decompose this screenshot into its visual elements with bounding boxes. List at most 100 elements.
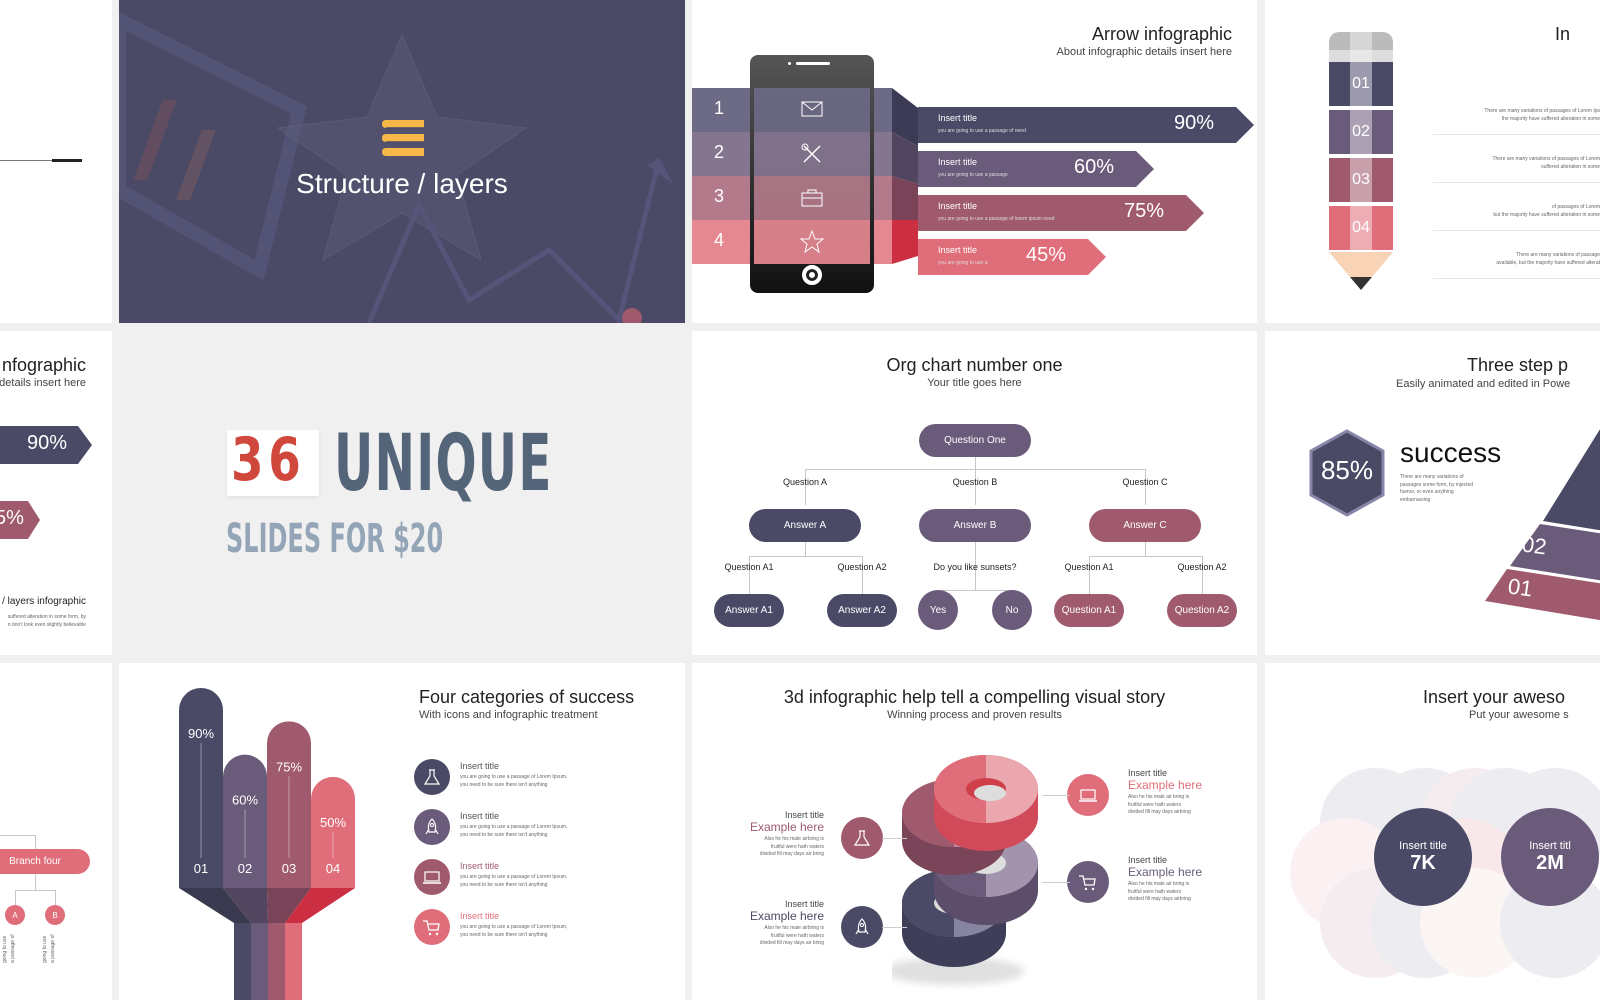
org-leaf-node[interactable]: Question A2	[1167, 593, 1237, 627]
hand-bar-chart: 90% 01 60% 02 75% 03 50% 04	[179, 688, 355, 1000]
callout-title: Insert title	[784, 899, 824, 909]
slide-subtitle: Put your awesome s	[1469, 709, 1569, 721]
flask-icon	[841, 817, 883, 859]
arrow-desc: you are going to use a	[938, 260, 988, 266]
callout-text: Insert title Example here Also he his ma…	[1128, 855, 1202, 904]
slide-pencil-infographic[interactable]: In 01 02 03 04 There are many variations of…	[1265, 0, 1600, 323]
category-desc: you are going to use a passage of Lorem …	[460, 774, 568, 788]
pencil-segment: 02	[1329, 110, 1393, 154]
org-answer-node[interactable]: Answer A	[749, 508, 861, 542]
pct-partial: 5%	[0, 507, 24, 529]
connector	[938, 590, 1012, 591]
arrow-desc: you are going to use a passage of need	[938, 128, 1026, 134]
slide-3d-infographic[interactable]: 3d infographic help tell a compelling vi…	[692, 663, 1257, 1000]
footer-title: / layers infographic	[2, 596, 86, 607]
connector	[55, 890, 56, 905]
slide-three-step[interactable]: Three step p Easily animated and edited …	[1265, 331, 1600, 655]
slide-subtitle: Your title goes here	[927, 377, 1022, 389]
org-leaf-node[interactable]: Answer A1	[714, 593, 784, 627]
connector	[1145, 469, 1146, 505]
rocket-icon	[414, 809, 450, 845]
slide-org-chart[interactable]: Org chart number one Your title goes her…	[692, 331, 1257, 655]
slide-title: Four categories of success	[419, 687, 635, 707]
connector	[1145, 542, 1146, 556]
cart-icon	[414, 909, 450, 945]
pencil-tip	[1329, 252, 1393, 290]
connector	[882, 927, 907, 928]
connector	[975, 469, 976, 505]
pct-90: 90%	[27, 432, 68, 454]
org-answer-node[interactable]: Answer B	[919, 508, 1031, 542]
slide-subtitle: Easily animated and edited in Powe	[1396, 378, 1571, 390]
bar-index-label: 03	[282, 861, 296, 876]
row-number: 3	[714, 186, 725, 206]
category-title: Insert title	[460, 911, 500, 921]
pyramid-step-label: 01	[1506, 573, 1535, 602]
pencil-ferrule	[1329, 50, 1393, 62]
org-answer-node[interactable]: Answer C	[1089, 508, 1201, 542]
divider	[1433, 134, 1600, 135]
bar-percent-label: 60%	[232, 793, 258, 808]
connector	[805, 542, 806, 556]
connector	[805, 469, 806, 505]
category-desc: you are going to use a passage of Lorem …	[460, 824, 568, 838]
connector	[1042, 882, 1070, 883]
org-root-node[interactable]: Question One	[919, 423, 1031, 457]
arrow-title: Insert title	[938, 245, 978, 255]
branch-four-node[interactable]: Branch four	[0, 849, 90, 874]
pencil-segment: 04	[1329, 206, 1393, 250]
node-b[interactable]: B	[45, 905, 65, 925]
callout-headline: Example here	[749, 820, 824, 834]
org-leaf-node[interactable]: Answer A2	[827, 593, 897, 627]
connector	[35, 874, 36, 890]
category-title: Insert title	[460, 861, 500, 871]
org-leaf-node[interactable]: Question A1	[1054, 593, 1124, 627]
arrow-title: Insert title	[938, 157, 978, 167]
slide-structure-layers[interactable]: Structure / layers	[119, 0, 685, 323]
connector	[15, 890, 55, 891]
phone-home-button	[802, 265, 822, 285]
promo-banner[interactable]: 36 UNIQUE SLIDES FOR $20	[119, 331, 685, 655]
star-icon	[799, 229, 825, 260]
slide-title: Structure / layers	[296, 168, 508, 199]
arm-segment	[234, 923, 251, 1000]
stat-circle: Insert title 7K	[1374, 808, 1472, 906]
slide-title: Org chart number one	[886, 355, 1063, 375]
node-a[interactable]: A	[5, 905, 25, 925]
edge-label: Question C	[1122, 477, 1168, 487]
timeline-line	[0, 160, 52, 161]
envelope-icon	[799, 97, 825, 128]
org-leaf-yes[interactable]: Yes	[918, 590, 958, 630]
briefcase-icon	[799, 185, 825, 216]
slide-arrow-infographic[interactable]: Arrow infographic About infographic deta…	[692, 0, 1257, 323]
rocket-icon	[841, 906, 883, 948]
bar-percent-label: 75%	[276, 759, 302, 774]
edge-label: Question B	[952, 477, 998, 487]
slide-awesome-stats[interactable]: Insert your aweso Put your awesome s Ins…	[1265, 663, 1600, 1000]
category-desc: you are going to use a passage of Lorem …	[460, 924, 568, 938]
pencil-text-block: There are many variations of passage avai…	[1496, 252, 1600, 266]
vertical-text-a: going to use a passage of	[2, 934, 16, 963]
stat-circle: Insert titl 2M	[1501, 808, 1599, 906]
arrow-percent: 90%	[1174, 112, 1215, 134]
slide-four-categories[interactable]: Four categories of success With icons an…	[119, 663, 685, 1000]
bar-percent-label: 50%	[320, 815, 346, 830]
callout-title: Insert title	[784, 810, 824, 820]
arm-segment	[251, 923, 268, 1000]
connector	[35, 835, 36, 849]
promo-tagline: SLIDES FOR $20	[226, 516, 444, 562]
arrow-percent: 45%	[1026, 244, 1067, 266]
pyramid-step-label: 02	[1520, 531, 1549, 560]
connector	[882, 838, 907, 839]
slide-partial-arrow[interactable]: nfographic details insert here 90% 5% / …	[0, 331, 112, 655]
slide-title: 3d infographic help tell a compelling vi…	[783, 687, 1166, 707]
slide-partial-branch[interactable]: Branch four A B going to use a passage o…	[0, 663, 112, 1000]
edge-label: Do you like sunsets?	[933, 562, 1017, 572]
slide-title: Insert your aweso	[1423, 687, 1566, 707]
bar-percent-label: 90%	[188, 726, 214, 741]
org-leaf-no[interactable]: No	[992, 590, 1032, 630]
edge-label: Question A2	[837, 562, 887, 572]
edge-label: Question A2	[1177, 562, 1227, 572]
category-title: Insert title	[460, 761, 500, 771]
slide-partial-left-top[interactable]	[0, 0, 112, 323]
